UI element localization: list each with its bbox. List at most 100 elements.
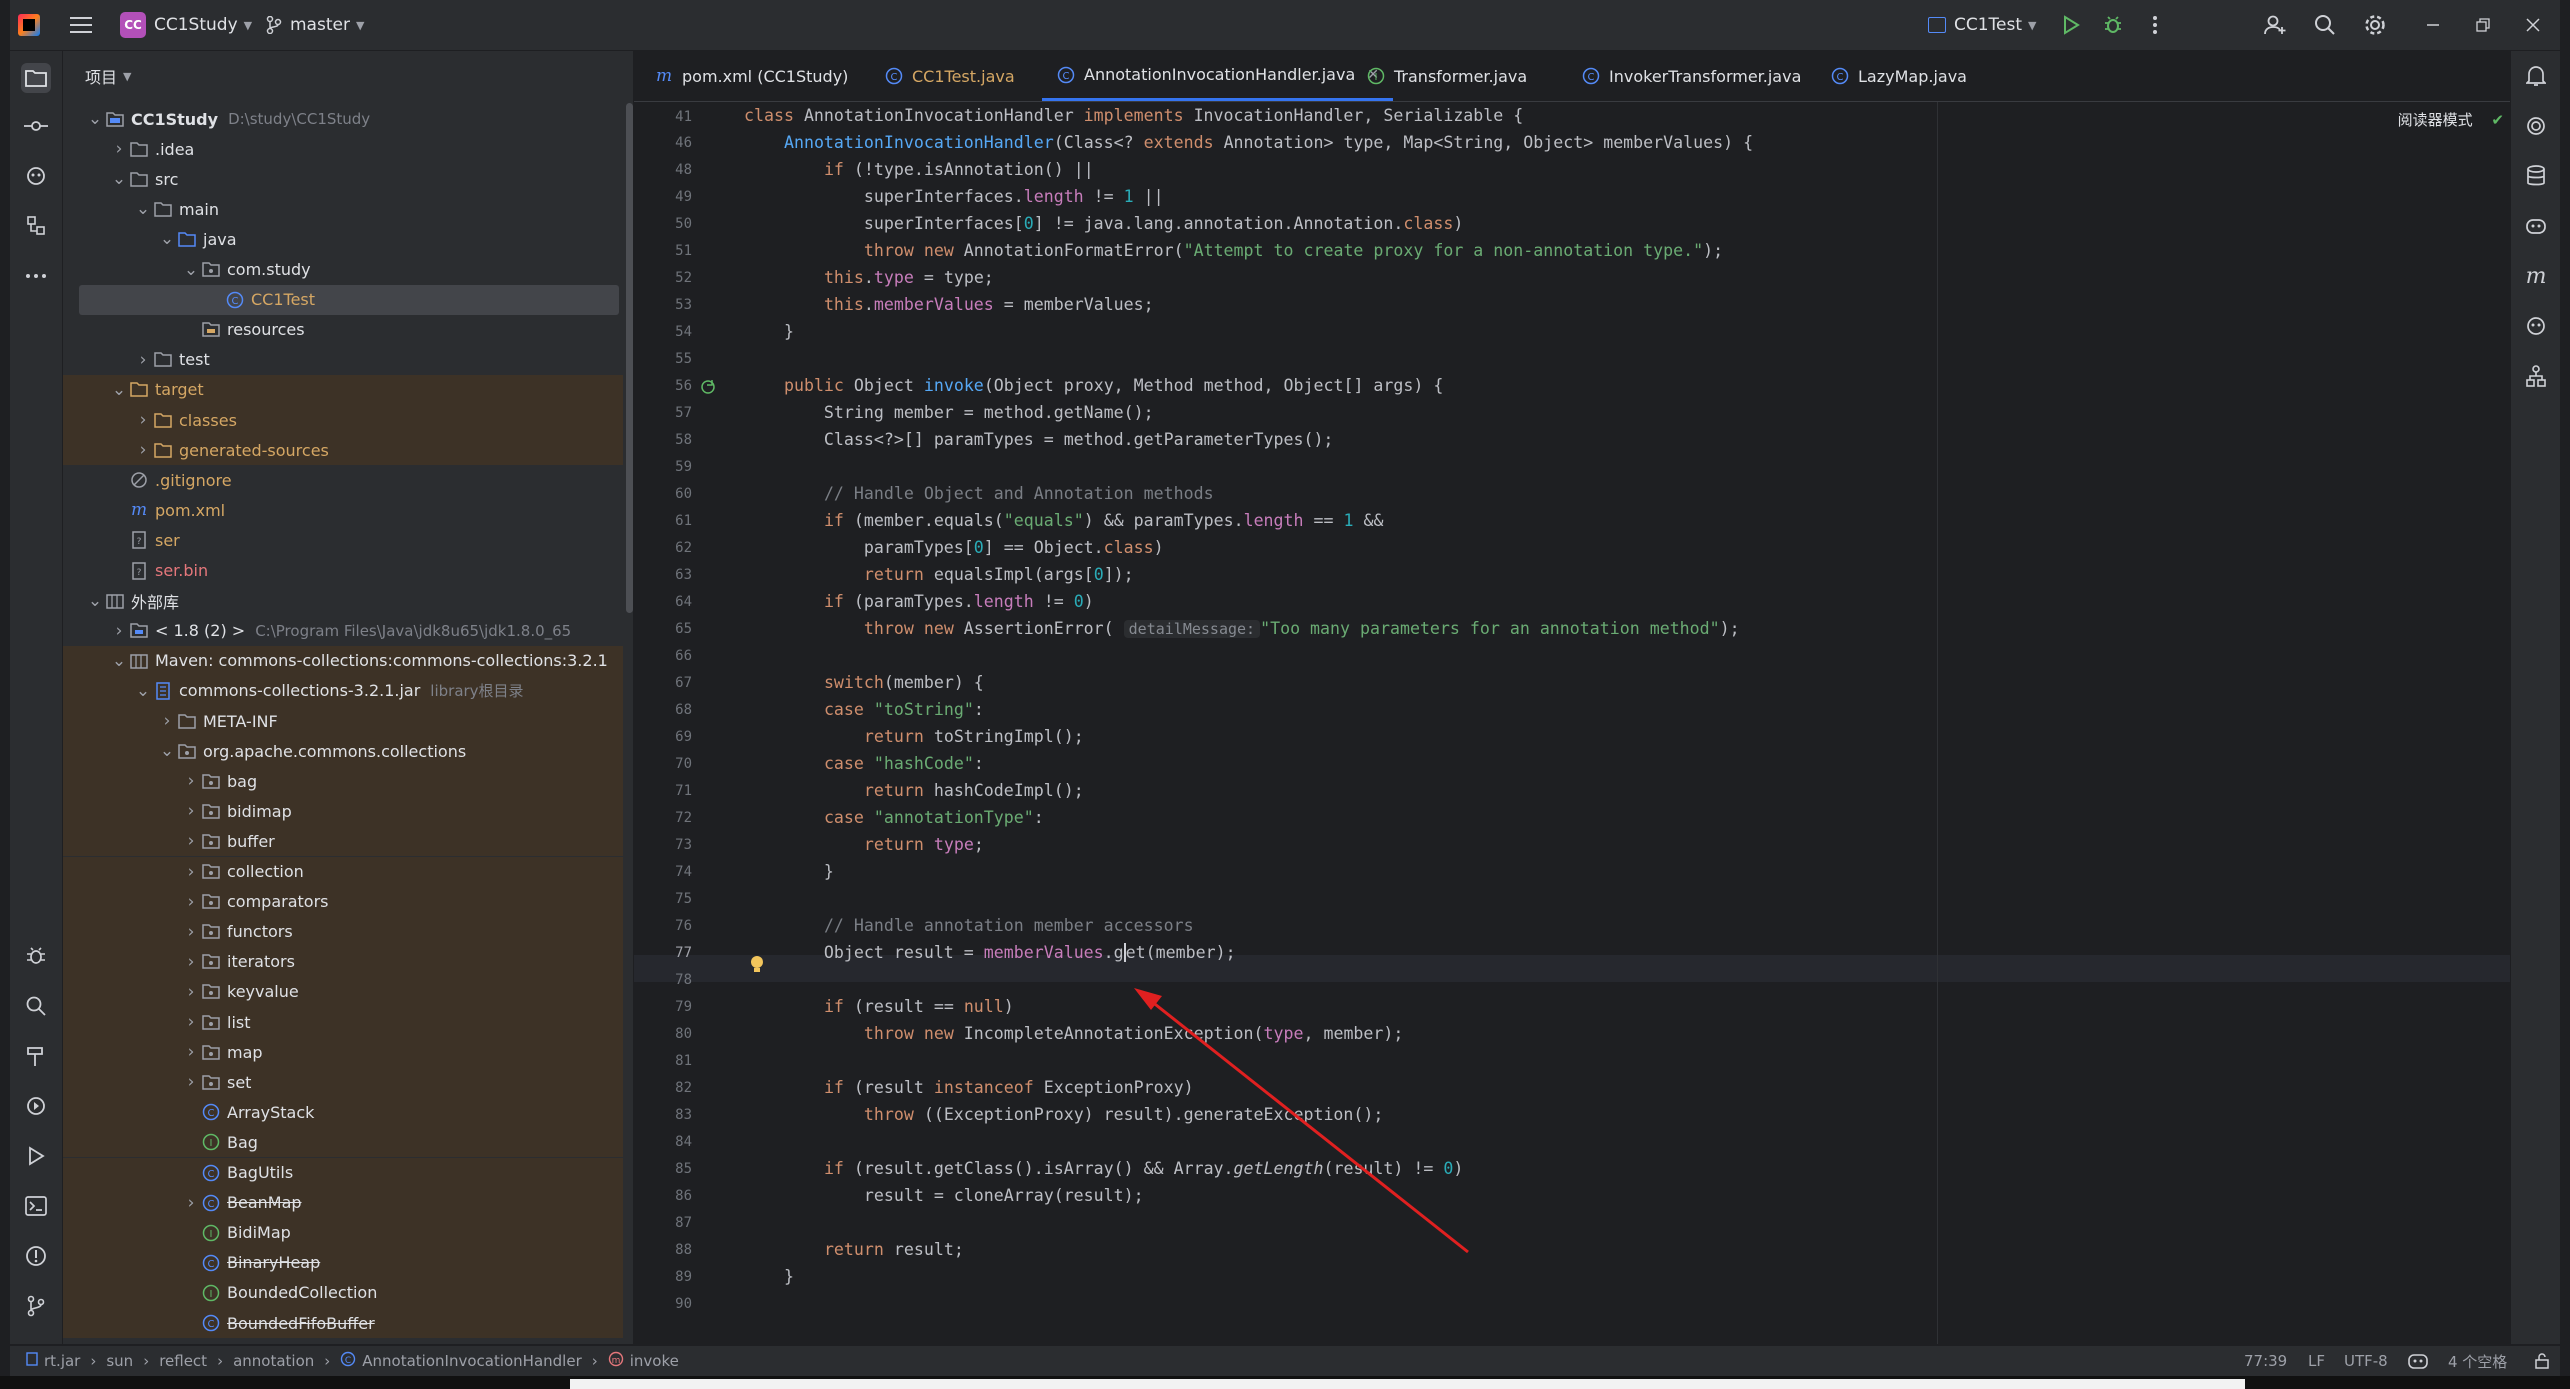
code-line[interactable]: return result; (744, 1236, 964, 1263)
code-line[interactable]: switch(member) { (744, 669, 984, 696)
services-tool-button[interactable] (21, 1091, 51, 1121)
tree-item[interactable]: › buffer (63, 826, 623, 857)
editor-tab[interactable]: C CC1Test.java (884, 51, 1015, 101)
build-tool-button[interactable] (21, 1041, 51, 1071)
tree-item[interactable]: ? ser (63, 525, 623, 555)
code-line[interactable] (744, 453, 754, 480)
ai-assistant-button[interactable] (21, 161, 51, 191)
code-line[interactable] (744, 1209, 754, 1236)
expanded-arrow-icon[interactable]: ⌄ (157, 741, 177, 761)
account-button[interactable] (2260, 10, 2290, 40)
project-scrollbar[interactable] (626, 103, 633, 613)
tree-item[interactable]: › iterators (63, 946, 623, 977)
tree-item[interactable]: ⌄ commons-collections-3.2.1.jar library根目录 (63, 675, 623, 706)
code-line[interactable]: class AnnotationInvocationHandler implem… (744, 102, 1523, 129)
code-line[interactable]: if (!type.isAnnotation() || (744, 156, 1094, 183)
tree-item[interactable]: › bag (63, 766, 623, 797)
tree-item[interactable]: › classes (63, 405, 623, 435)
editor-tab[interactable]: m pom.xml (CC1Study) (654, 51, 848, 101)
maven-button[interactable]: m (2521, 261, 2551, 291)
ai-assistant-right-button[interactable] (2521, 311, 2551, 341)
line-separator[interactable]: LF (2308, 1346, 2325, 1376)
more-actions-button[interactable] (2140, 10, 2170, 40)
tree-item[interactable]: › bidimap (63, 796, 623, 827)
expanded-arrow-icon[interactable]: ⌄ (157, 229, 177, 249)
breadcrumb-item[interactable]: AnnotationInvocationHandler (362, 1352, 581, 1370)
close-window-button[interactable] (2518, 10, 2548, 40)
code-line[interactable]: } (744, 1263, 794, 1290)
expanded-arrow-icon[interactable]: ⌄ (109, 651, 129, 671)
tree-item[interactable]: › functors (63, 916, 623, 947)
code-line[interactable]: case "annotationType": (744, 804, 1044, 831)
collapsed-arrow-icon[interactable]: › (181, 771, 201, 791)
debug-button[interactable] (2098, 10, 2128, 40)
code-line[interactable]: superInterfaces.length != 1 || (744, 183, 1164, 210)
debug-tool-button[interactable] (21, 941, 51, 971)
tree-item[interactable]: I BidiMap (63, 1217, 623, 1248)
project-panel-header[interactable]: 项目 ▼ (63, 51, 633, 101)
code-line[interactable]: String member = method.getName(); (744, 399, 1154, 426)
collapsed-arrow-icon[interactable]: › (181, 1072, 201, 1092)
expanded-arrow-icon[interactable]: ⌄ (109, 380, 129, 400)
tree-item[interactable]: C BagUtils (63, 1157, 623, 1188)
editor-tab[interactable]: C AnnotationInvocationHandler.java ✕ (1042, 51, 1393, 101)
code-line[interactable]: if (paramTypes.length != 0) (744, 588, 1094, 615)
tree-item[interactable]: › map (63, 1037, 623, 1068)
code-line[interactable]: this.type = type; (744, 264, 994, 291)
tree-item[interactable]: C ArrayStack (63, 1097, 623, 1128)
editor-tab[interactable]: C InvokerTransformer.java (1581, 51, 1801, 101)
code-line[interactable] (744, 345, 754, 372)
code-line[interactable]: return hashCodeImpl(); (744, 777, 1084, 804)
tree-item[interactable]: › set (63, 1067, 623, 1098)
tree-item[interactable]: › META-INF (63, 706, 623, 736)
breadcrumb-item[interactable]: invoke (630, 1352, 679, 1370)
code-line[interactable]: } (744, 318, 794, 345)
run-tool-button[interactable] (21, 1141, 51, 1171)
branch-switcher[interactable]: master ▼ (266, 0, 364, 50)
project-tool-button[interactable] (21, 63, 51, 93)
collapsed-arrow-icon[interactable]: › (133, 350, 153, 370)
tree-item[interactable]: I BoundedCollection (63, 1277, 623, 1308)
collapsed-arrow-icon[interactable]: › (181, 952, 201, 972)
expanded-arrow-icon[interactable]: ⌄ (85, 591, 105, 611)
code-line[interactable]: case "hashCode": (744, 750, 984, 777)
terminal-tool-button[interactable] (21, 1191, 51, 1221)
indent-setting[interactable]: 4 个空格 (2448, 1346, 2507, 1376)
code-line[interactable]: } (744, 858, 834, 885)
tree-item[interactable]: ⌄ java (63, 224, 623, 254)
run-config-selector[interactable]: CC1Test ▼ (1928, 0, 2037, 50)
code-line[interactable]: throw ((ExceptionProxy) result).generate… (744, 1101, 1384, 1128)
breadcrumb-item[interactable]: annotation (233, 1352, 314, 1370)
ai-chat-button[interactable] (2521, 111, 2551, 141)
collapsed-arrow-icon[interactable]: › (133, 440, 153, 460)
collapsed-arrow-icon[interactable]: › (109, 139, 129, 159)
expanded-arrow-icon[interactable]: ⌄ (85, 109, 105, 129)
tree-item[interactable]: ⌄ com.study (63, 255, 623, 285)
code-line[interactable]: if (result.getClass().isArray() && Array… (744, 1155, 1463, 1182)
breadcrumb-item[interactable]: rt.jar (44, 1352, 80, 1370)
code-line[interactable] (744, 885, 754, 912)
expanded-arrow-icon[interactable]: ⌄ (133, 681, 153, 701)
code-line[interactable]: if (result instanceof ExceptionProxy) (744, 1074, 1194, 1101)
code-line[interactable]: this.memberValues = memberValues; (744, 291, 1154, 318)
editor-tab[interactable]: C LazyMap.java (1830, 51, 1967, 101)
collapsed-arrow-icon[interactable]: › (181, 801, 201, 821)
project-switcher[interactable]: CC CC1Study ▼ (120, 0, 252, 50)
code-line[interactable]: return equalsImpl(args[0]); (744, 561, 1134, 588)
restore-button[interactable] (2468, 10, 2498, 40)
code-line[interactable]: case "toString": (744, 696, 984, 723)
problems-tool-button[interactable] (21, 1241, 51, 1271)
breadcrumb-item[interactable]: sun (106, 1352, 133, 1370)
tree-item[interactable]: › < 1.8 (2) > C:\Program Files\Java\jdk8u6… (63, 616, 623, 646)
find-tool-button[interactable] (21, 991, 51, 1021)
code-line[interactable] (744, 642, 754, 669)
git-tool-button[interactable] (21, 1291, 51, 1321)
tree-item[interactable]: › C BeanMap (63, 1187, 623, 1218)
collapsed-arrow-icon[interactable]: › (181, 982, 201, 1002)
code-line[interactable]: if (member.equals("equals") && paramType… (744, 507, 1384, 534)
tree-item[interactable]: ? ser.bin (63, 556, 623, 586)
tree-item[interactable]: › keyvalue (63, 976, 623, 1007)
tree-item[interactable]: ⌄ main (63, 194, 623, 224)
code-line[interactable]: return type; (744, 831, 984, 858)
code-line[interactable]: if (result == null) (744, 993, 1014, 1020)
